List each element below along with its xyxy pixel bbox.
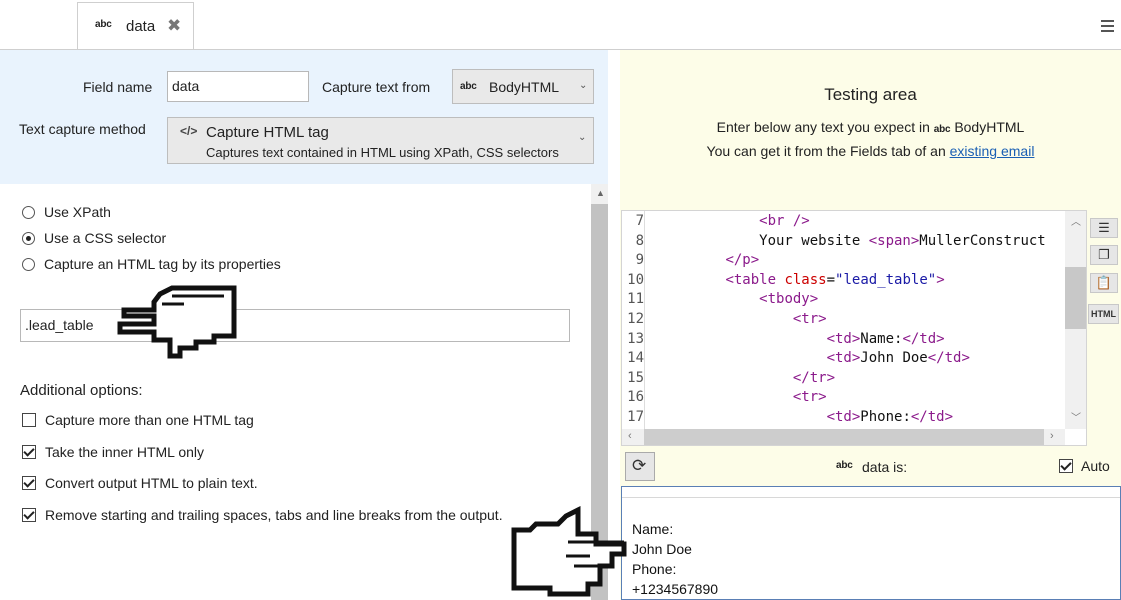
chevron-down-icon: ⌄ <box>579 80 588 91</box>
code-line: <table class="lead_table"> <box>725 271 945 288</box>
html-button-label: HTML <box>1091 309 1116 319</box>
option-label-inner-html: Take the inner HTML only <box>45 444 204 460</box>
paste-icon: 📋 <box>1095 275 1113 290</box>
additional-options-heading: Additional options: <box>20 382 143 399</box>
line-number: 16 <box>627 389 644 406</box>
scroll-down-icon[interactable]: ﹀ <box>1071 409 1081 424</box>
field-type-badge: abc <box>933 124 951 135</box>
editor-hscroll-thumb[interactable] <box>644 429 1044 445</box>
code-editor[interactable]: 7 <br /> 8 Your website <span>MullerConst… <box>621 210 1087 446</box>
radio-label-css: Use a CSS selector <box>44 230 167 246</box>
tab-data[interactable]: abc data ✖ <box>77 2 194 49</box>
radio-capture-by-properties[interactable] <box>22 258 35 271</box>
scroll-up-icon[interactable]: ▲ <box>596 188 605 198</box>
radio-label-properties: Capture an HTML tag by its properties <box>44 256 281 272</box>
testing-area-title: Testing area <box>824 85 917 104</box>
auto-label: Auto <box>1081 458 1110 474</box>
copy-icon: ❐ <box>1098 247 1110 262</box>
line-number: 13 <box>627 330 644 347</box>
method-description: Captures text contained in HTML using XP… <box>206 145 559 160</box>
method-title: Capture HTML tag <box>206 124 329 141</box>
line-number: 11 <box>627 291 644 308</box>
line-number: 10 <box>627 271 644 288</box>
checkbox-plain-text[interactable] <box>22 476 36 490</box>
css-selector-input[interactable]: .lead_table <box>20 309 570 342</box>
copy-button[interactable]: ❐ <box>1090 245 1118 265</box>
code-line: <tr> <box>792 311 827 327</box>
method-dropdown[interactable]: </> Capture HTML tag Captures text conta… <box>167 117 594 164</box>
method-label: Text capture method <box>19 121 146 137</box>
code-line: <tr> <box>792 389 827 406</box>
option-label-trim: Remove starting and trailing spaces, tab… <box>45 507 503 523</box>
checkbox-multiple-tags[interactable] <box>22 413 36 427</box>
code-line: <td>Name:</td> <box>826 330 945 347</box>
capture-from-label: Capture text from <box>322 79 431 95</box>
code-icon: </> <box>180 124 198 138</box>
tab-label: data <box>126 18 156 35</box>
result-label: data is: <box>862 459 908 475</box>
instructions-text: Enter below any text you expect in <box>716 119 930 135</box>
line-number: 14 <box>627 350 644 367</box>
output-line: Phone: <box>632 561 677 577</box>
editor-vscrollbar[interactable]: ︿ ﹀ <box>1065 211 1086 429</box>
checkbox-inner-html[interactable] <box>22 445 36 459</box>
menu-icon: ☰ <box>1098 220 1110 235</box>
output-line: +1234567890 <box>632 581 719 597</box>
scroll-up-icon[interactable]: ︿ <box>1071 213 1081 228</box>
refresh-button[interactable]: ⟳ <box>625 452 655 481</box>
field-name-input[interactable]: data <box>167 71 309 102</box>
scroll-right-icon[interactable]: › <box>1050 430 1054 442</box>
instructions-text: You can get it from the Fields tab of an <box>706 143 946 159</box>
radio-use-xpath[interactable] <box>22 206 35 219</box>
output-box[interactable]: Name: John Doe Phone: +1234567890 <box>621 486 1121 600</box>
editor-hscrollbar[interactable]: ‹ › <box>622 429 1065 445</box>
field-type-badge: abc <box>836 460 853 471</box>
option-label-multiple: Capture more than one HTML tag <box>45 412 254 428</box>
code-line: Your website <span>MullerConstruct <box>658 232 1046 249</box>
code-line: </p> <box>725 252 760 269</box>
line-number: 8 <box>635 232 644 249</box>
line-number: 12 <box>627 311 644 327</box>
paste-button[interactable]: 📋 <box>1090 273 1118 293</box>
gutter-divider <box>644 211 645 445</box>
refresh-icon: ⟳ <box>632 456 647 475</box>
testing-instructions-line1: Enter below any text you expect in abc B… <box>620 119 1121 135</box>
output-header-strip <box>622 487 1120 498</box>
radio-label-xpath: Use XPath <box>44 204 111 220</box>
hand-pointer-icon <box>511 505 627 597</box>
chevron-down-icon: ⌄ <box>578 132 587 143</box>
auto-checkbox[interactable] <box>1059 459 1073 473</box>
option-label-plain-text: Convert output HTML to plain text. <box>45 475 258 491</box>
tab-close-icon[interactable]: ✖ <box>167 16 181 36</box>
code-line: <br /> <box>759 213 810 229</box>
field-name-label: Field name <box>83 79 153 95</box>
capture-from-dropdown[interactable]: abc BodyHTML ⌄ <box>452 69 594 104</box>
existing-email-link[interactable]: existing email <box>950 143 1035 159</box>
code-line: <td>Phone:</td> <box>826 409 954 425</box>
line-number: 15 <box>627 369 644 386</box>
output-line: Name: <box>632 521 674 537</box>
capture-from-value: BodyHTML <box>489 79 560 95</box>
menu-button[interactable]: ☰ <box>1090 218 1118 238</box>
instructions-field: BodyHTML <box>954 119 1025 135</box>
output-line: John Doe <box>632 541 692 557</box>
menu-icon[interactable] <box>1101 20 1114 32</box>
scroll-left-icon[interactable]: ‹ <box>628 430 632 442</box>
hand-pointer-icon <box>117 285 237 359</box>
radio-use-css-selector[interactable] <box>22 232 35 245</box>
tab-type-badge: abc <box>95 19 112 30</box>
code-line: <td>John Doe</td> <box>826 350 970 367</box>
line-number: 17 <box>627 409 644 425</box>
line-number: 9 <box>635 252 644 269</box>
code-line: </tr> <box>792 369 836 386</box>
field-type-badge: abc <box>460 81 477 92</box>
line-number: 7 <box>635 213 644 229</box>
html-button[interactable]: HTML <box>1088 304 1119 324</box>
testing-instructions-line2: You can get it from the Fields tab of an… <box>620 143 1121 159</box>
checkbox-trim-spaces[interactable] <box>22 508 36 522</box>
code-line: <tbody> <box>759 291 819 308</box>
editor-vscroll-thumb[interactable] <box>1065 267 1086 329</box>
